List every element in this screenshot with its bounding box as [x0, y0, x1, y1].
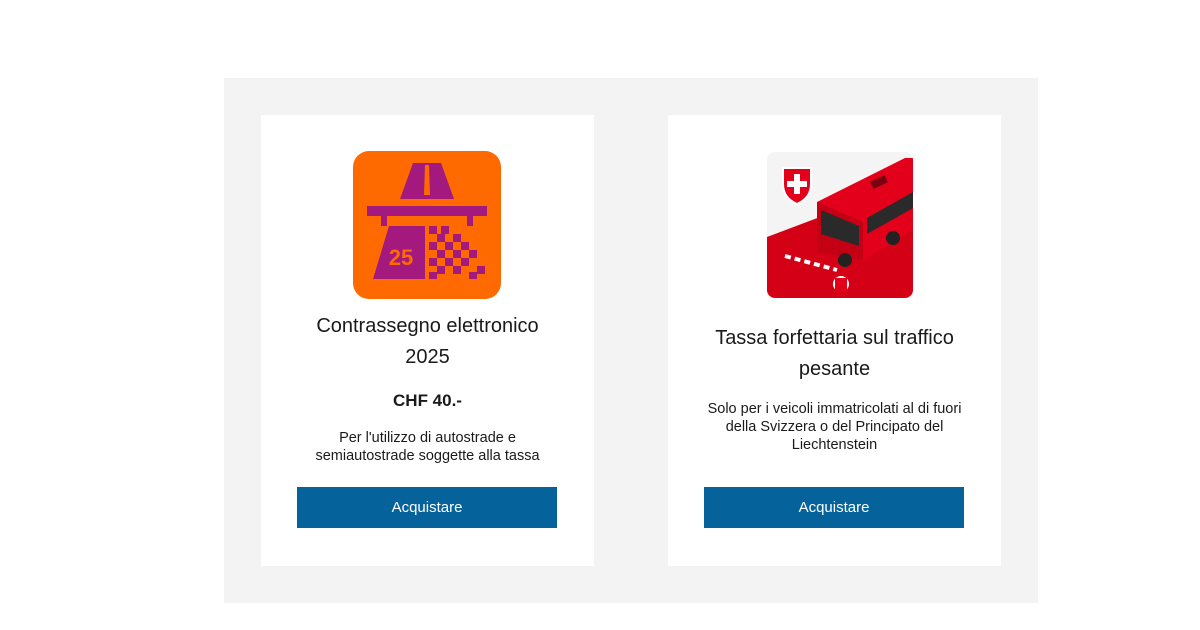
product-description: Per l'utilizzo di autostrade e semiautos… — [315, 430, 540, 464]
vignette-year-label: 25 — [389, 245, 413, 270]
buy-heavy-vehicle-fee-button[interactable]: Acquistare — [704, 487, 964, 528]
buy-e-vignette-button[interactable]: Acquistare — [297, 487, 557, 528]
heavy-vehicle-bus-icon — [767, 152, 913, 298]
product-description: Solo per i veicoli immatricolati al di f… — [707, 401, 962, 453]
product-title: Contrassegno elettronico 2025 — [316, 315, 539, 368]
product-panel: 25 Contrassegno elettronico 2025 CHF 40.… — [224, 78, 1038, 603]
page: 25 Contrassegno elettronico 2025 CHF 40.… — [0, 0, 1200, 630]
product-card-e-vignette: 25 Contrassegno elettronico 2025 CHF 40.… — [261, 115, 594, 566]
e-vignette-2025-icon: 25 — [353, 151, 501, 299]
product-price: CHF 40.- — [393, 391, 462, 410]
product-card-heavy-vehicle-fee: Tassa forfettaria sul traffico pesante S… — [668, 115, 1001, 566]
product-title: Tassa forfettaria sul traffico pesante — [715, 327, 954, 380]
